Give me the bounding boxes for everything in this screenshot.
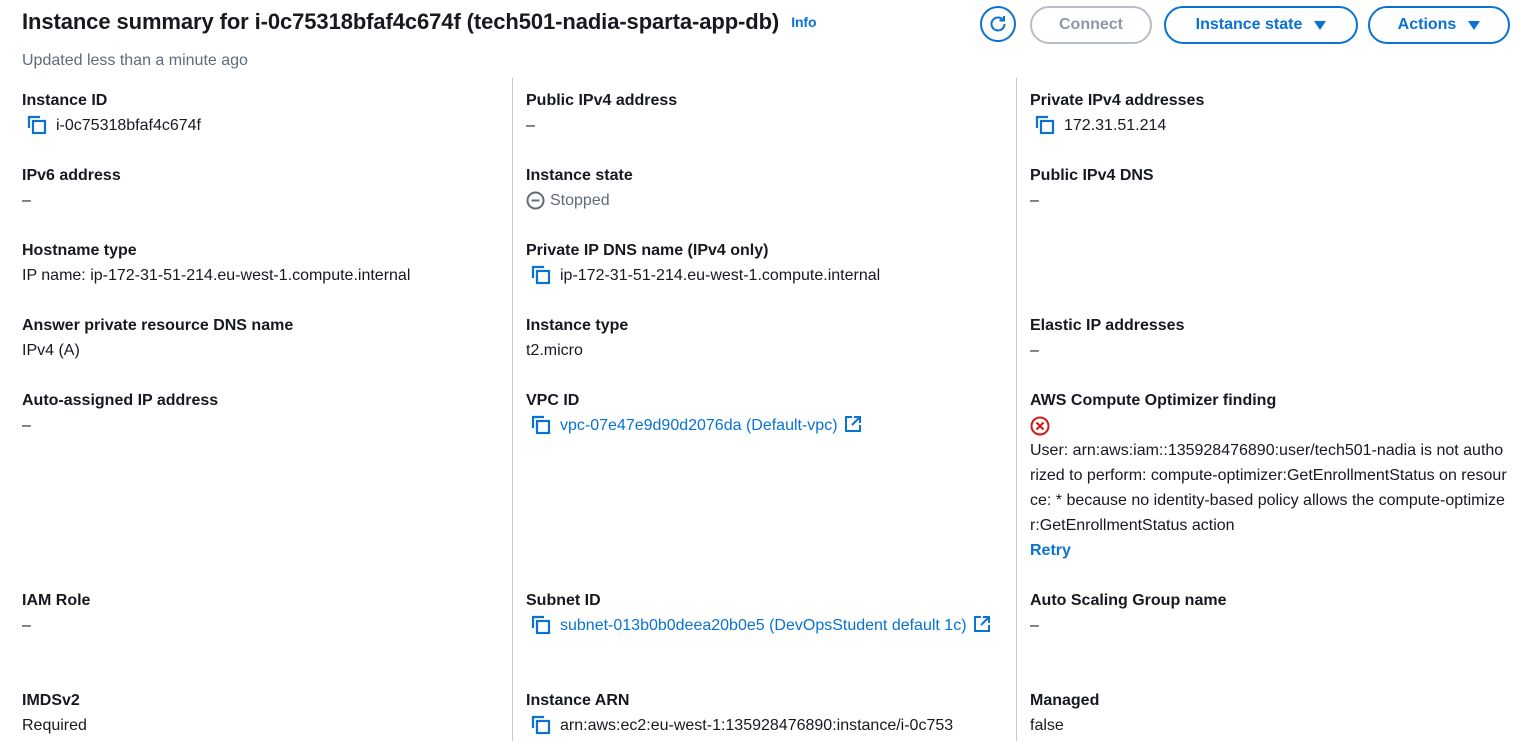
field-label: Public IPv4 address [526, 92, 678, 109]
field-value: IPv4 (A) [22, 342, 80, 359]
page-title-text: Instance summary for i-0c75318bfaf4c674f… [22, 9, 780, 34]
field-value: subnet-013b0b0deea20b0e5 (DevOpsStudent … [530, 613, 996, 638]
details-column-2: Public IPv4 address – Instance state Sto… [512, 78, 1016, 741]
retry-link[interactable]: Retry [1030, 538, 1508, 563]
field-label: Instance state [526, 167, 633, 184]
info-link[interactable]: Info [791, 14, 816, 30]
refresh-icon [990, 16, 1006, 32]
field-value: – [1030, 192, 1039, 209]
refresh-button[interactable] [980, 6, 1016, 42]
field-public-dns: Public IPv4 DNS – [1030, 164, 1154, 213]
field-value: – [1030, 617, 1039, 634]
private-dns-value: ip-172-31-51-214.eu-west-1.compute.inter… [560, 267, 881, 284]
error-icon [1030, 416, 1050, 435]
field-elastic-ip: Elastic IP addresses – [1030, 314, 1184, 363]
details-column-1: Instance ID i-0c75318bfaf4c674f IPv6 add… [22, 78, 512, 741]
actions-button[interactable]: Actions [1368, 6, 1510, 44]
external-link-icon[interactable] [844, 415, 862, 433]
error-message: User: arn:aws:iam::135928476890:user/tec… [1030, 442, 1507, 534]
private-ipv4-value: 172.31.51.214 [1064, 117, 1167, 134]
field-value: – [22, 417, 31, 434]
copy-icon[interactable] [26, 114, 48, 136]
subnet-id-link[interactable]: subnet-013b0b0deea20b0e5 (DevOpsStudent … [560, 617, 967, 634]
field-value: t2.micro [526, 342, 583, 359]
field-asg-name: Auto Scaling Group name – [1030, 589, 1226, 638]
field-subnet-id: Subnet ID subnet-013b0b0deea20b0e5 (DevO… [526, 589, 996, 638]
page-title: Instance summary for i-0c75318bfaf4c674f… [22, 9, 817, 35]
field-label: IMDSv2 [22, 692, 80, 709]
field-label: Hostname type [22, 242, 137, 259]
copy-icon[interactable] [530, 414, 552, 436]
field-value: Required [22, 717, 87, 734]
field-value: – [1030, 342, 1039, 359]
details-column-3: Private IPv4 addresses 172.31.51.214 Pub… [1016, 78, 1513, 741]
field-auto-assigned-ip: Auto-assigned IP address – [22, 389, 218, 438]
field-value: false [1030, 717, 1064, 734]
field-value: vpc-07e47e9d90d2076da (Default-vpc) [530, 413, 862, 438]
instance-id-value: i-0c75318bfaf4c674f [56, 117, 201, 134]
field-label: Elastic IP addresses [1030, 317, 1185, 334]
field-label: Instance ID [22, 92, 108, 109]
field-label: Auto-assigned IP address [22, 392, 219, 409]
field-instance-arn: Instance ARN arn:aws:ec2:eu-west-1:13592… [526, 689, 953, 738]
field-value: – [526, 117, 535, 134]
field-label: Managed [1030, 692, 1100, 709]
copy-icon[interactable] [530, 264, 552, 286]
field-label: Private IP DNS name (IPv4 only) [526, 242, 769, 259]
field-value: IP name: ip-172-31-51-214.eu-west-1.comp… [22, 267, 411, 284]
page-header: Instance summary for i-0c75318bfaf4c674f… [22, 0, 1513, 78]
field-label: VPC ID [526, 392, 580, 409]
field-compute-optimizer: AWS Compute Optimizer finding User: arn:… [1030, 389, 1508, 563]
connect-button[interactable]: Connect [1030, 6, 1152, 44]
field-vpc-id: VPC ID vpc-07e47e9d90d2076da (Default-vp… [526, 389, 862, 438]
instance-state-button[interactable]: Instance state [1164, 6, 1358, 44]
field-answer-dns: Answer private resource DNS name IPv4 (A… [22, 314, 293, 363]
field-label: Public IPv4 DNS [1030, 167, 1154, 184]
field-label: Auto Scaling Group name [1030, 592, 1227, 609]
field-label: IAM Role [22, 592, 91, 609]
field-managed: Managed false [1030, 689, 1099, 738]
caret-down-icon [1314, 20, 1327, 30]
field-value: arn:aws:ec2:eu-west-1:135928476890:insta… [530, 713, 953, 738]
field-instance-state: Instance state Stopped [526, 164, 633, 213]
field-instance-id: Instance ID i-0c75318bfaf4c674f [22, 89, 201, 138]
field-public-ipv4: Public IPv4 address – [526, 89, 677, 138]
field-label: AWS Compute Optimizer finding [1030, 392, 1277, 409]
field-ipv6: IPv6 address – [22, 164, 121, 213]
field-iam-role: IAM Role – [22, 589, 90, 638]
field-imdsv2: IMDSv2 Required [22, 689, 87, 738]
field-label: Private IPv4 addresses [1030, 92, 1205, 109]
copy-icon[interactable] [1034, 114, 1056, 136]
field-private-ip-dns: Private IP DNS name (IPv4 only) ip-172-3… [526, 239, 880, 288]
field-label: Instance type [526, 317, 629, 334]
vpc-id-link[interactable]: vpc-07e47e9d90d2076da (Default-vpc) [560, 417, 838, 434]
field-instance-type: Instance type t2.micro [526, 314, 628, 363]
external-link-icon[interactable] [973, 615, 991, 633]
actions-button-label: Actions [1397, 16, 1457, 33]
copy-icon[interactable] [530, 614, 552, 636]
stopped-status-icon [526, 191, 545, 210]
field-value: – [22, 617, 31, 634]
caret-down-icon [1468, 20, 1481, 30]
field-value: 172.31.51.214 [1034, 113, 1204, 138]
field-private-ipv4: Private IPv4 addresses 172.31.51.214 [1030, 89, 1204, 138]
field-value: – [22, 192, 31, 209]
field-value: ip-172-31-51-214.eu-west-1.compute.inter… [530, 263, 880, 288]
field-label: IPv6 address [22, 167, 121, 184]
last-updated-text: Updated less than a minute ago [22, 52, 248, 69]
connect-button-label: Connect [1059, 16, 1123, 33]
field-label: Subnet ID [526, 592, 601, 609]
instance-arn-value: arn:aws:ec2:eu-west-1:135928476890:insta… [560, 717, 954, 734]
copy-icon[interactable] [530, 714, 552, 736]
field-value: i-0c75318bfaf4c674f [26, 113, 201, 138]
error-status [1030, 413, 1508, 438]
field-label: Answer private resource DNS name [22, 317, 294, 334]
status-indicator: Stopped [526, 188, 633, 213]
field-hostname-type: Hostname type IP name: ip-172-31-51-214.… [22, 239, 410, 288]
instance-state-value: Stopped [550, 192, 610, 209]
instance-state-button-label: Instance state [1195, 16, 1303, 33]
field-label: Instance ARN [526, 692, 630, 709]
